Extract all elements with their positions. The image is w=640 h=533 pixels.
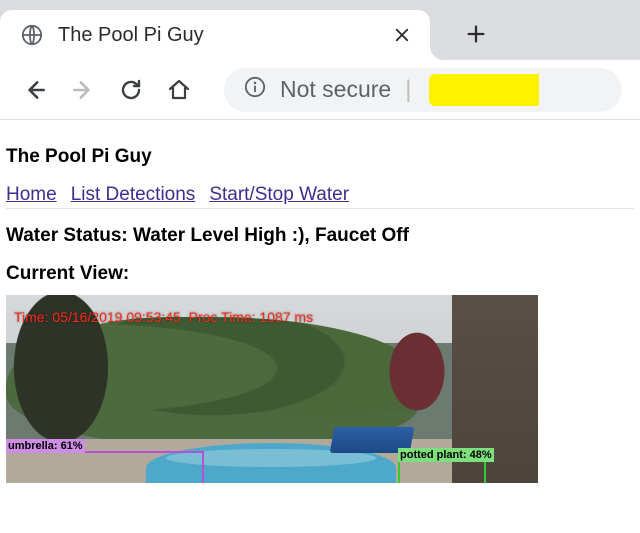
home-button[interactable] xyxy=(162,73,196,107)
nav-bar: Home List Detections Start/Stop Water xyxy=(6,184,634,209)
camera-view: Time: 05/16/2019 09:53:45 Proc Time: 108… xyxy=(6,295,538,483)
nav-home[interactable]: Home xyxy=(6,184,57,206)
info-icon[interactable] xyxy=(244,76,266,103)
redacted-highlight xyxy=(429,74,539,106)
nav-start-stop-water[interactable]: Start/Stop Water xyxy=(209,184,349,206)
tab-strip: The Pool Pi Guy xyxy=(0,0,640,60)
tab-title: The Pool Pi Guy xyxy=(58,24,378,47)
toolbar: Not secure | xyxy=(0,60,640,120)
current-view-heading: Current View: xyxy=(6,263,634,285)
page-title: The Pool Pi Guy xyxy=(6,146,634,168)
status-value: Water Level High :), Faucet Off xyxy=(133,225,409,246)
detection-umbrella-label: umbrella: 61% xyxy=(6,439,85,453)
back-button[interactable] xyxy=(18,73,52,107)
security-label: Not secure xyxy=(280,76,391,103)
nav-list-detections[interactable]: List Detections xyxy=(71,184,196,206)
globe-icon xyxy=(20,23,44,47)
detection-umbrella: umbrella: 61% xyxy=(6,451,204,483)
detection-plant: potted plant: 48% xyxy=(398,460,486,483)
address-divider: | xyxy=(405,76,411,104)
status-heading: Water Status: xyxy=(6,225,128,246)
address-bar[interactable]: Not secure | xyxy=(224,68,622,112)
forward-button[interactable] xyxy=(66,73,100,107)
browser-tab[interactable]: The Pool Pi Guy xyxy=(0,10,430,60)
reload-button[interactable] xyxy=(114,73,148,107)
page-content: The Pool Pi Guy Home List Detections Sta… xyxy=(0,120,640,483)
new-tab-button[interactable] xyxy=(456,14,496,54)
detection-plant-label: potted plant: 48% xyxy=(398,448,494,462)
close-tab-button[interactable] xyxy=(392,25,412,45)
water-status: Water Status: Water Level High :), Fauce… xyxy=(6,225,634,247)
overlay-timestamp: Time: 05/16/2019 09:53:45 Proc Time: 108… xyxy=(14,309,313,325)
